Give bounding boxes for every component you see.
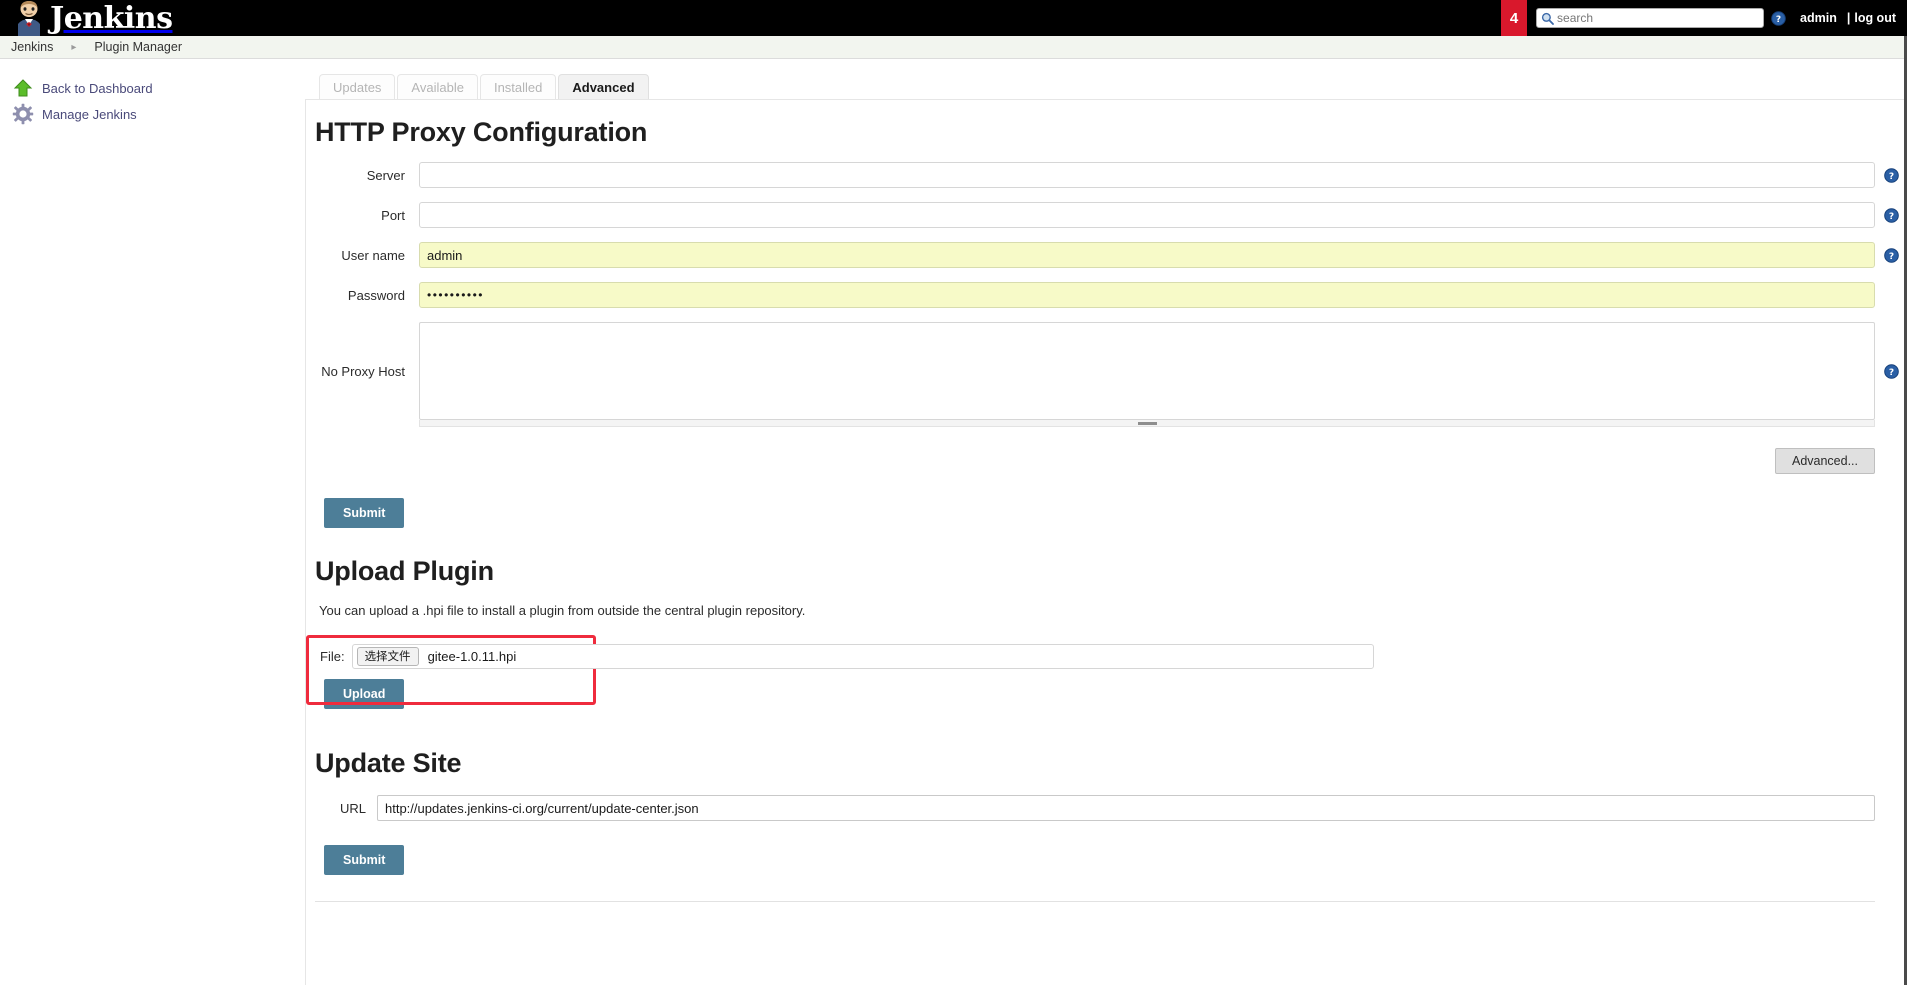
gear-icon — [12, 103, 34, 125]
svg-text:?: ? — [1888, 368, 1893, 378]
proxy-password-row: Password — [306, 282, 1907, 308]
proxy-port-label: Port — [381, 207, 405, 223]
advanced-panel: HTTP Proxy Configuration Server ? Port ?… — [305, 99, 1907, 985]
svg-text:?: ? — [1888, 172, 1893, 182]
proxy-port-row: Port ? — [306, 202, 1907, 228]
sidebar-item-label: Manage Jenkins — [42, 106, 137, 122]
bottom-divider — [315, 901, 1875, 902]
file-input-control[interactable]: 选择文件 gitee-1.0.11.hpi — [351, 644, 1374, 669]
file-chooser-row: File: 选择文件 gitee-1.0.11.hpi — [306, 644, 1907, 669]
svg-text:?: ? — [1888, 212, 1893, 222]
jenkins-butler-logo-icon — [12, 0, 46, 36]
chevron-right-icon: ▸ — [71, 41, 77, 53]
help-circle-icon: ? — [1883, 167, 1899, 183]
header-right-controls: 4 ? admin |log out — [1501, 0, 1907, 36]
update-site-submit-button[interactable]: Submit — [324, 845, 405, 875]
proxy-username-row: User name ? — [306, 242, 1907, 268]
sidebar-item-back-to-dashboard[interactable]: Back to Dashboard — [0, 75, 305, 101]
update-site-title: Update Site — [315, 748, 462, 778]
proxy-submit-button[interactable]: Submit — [324, 498, 405, 528]
proxy-password-label: Password — [347, 287, 405, 303]
breadcrumb: Jenkins ▸ Plugin Manager — [0, 36, 1907, 59]
advanced-options-button[interactable]: Advanced... — [1774, 448, 1875, 474]
jenkins-home-link[interactable]: Jenkins — [0, 0, 173, 36]
search-icon — [1541, 12, 1554, 25]
help-circle-icon: ? — [1883, 207, 1899, 223]
textarea-resize-handle[interactable] — [419, 420, 1875, 427]
update-site-url-input[interactable] — [377, 795, 1875, 821]
sidebar-item-manage-jenkins[interactable]: Manage Jenkins — [0, 101, 305, 127]
proxy-port-input[interactable] — [419, 202, 1875, 228]
upload-button[interactable]: Upload — [324, 679, 405, 709]
main-content: Updates Available Installed Advanced HTT… — [305, 59, 1907, 985]
proxy-server-label: Server — [366, 167, 405, 183]
upload-plugin-block: File: 选择文件 gitee-1.0.11.hpi Upload — [306, 635, 1907, 720]
update-site-submit-row: Submit — [306, 845, 1907, 875]
file-label: File: — [320, 649, 345, 664]
logout-area[interactable]: | log out — [1847, 11, 1896, 25]
green-up-arrow-icon — [12, 77, 34, 99]
proxy-username-input[interactable] — [419, 242, 1875, 268]
upload-button-row: Upload — [306, 679, 1907, 709]
tab-updates[interactable]: Updates — [319, 74, 396, 99]
proxy-username-label: User name — [341, 247, 405, 263]
search-box[interactable] — [1536, 8, 1765, 28]
no-proxy-host-label: No Proxy Host — [321, 363, 405, 379]
breadcrumb-current[interactable]: Plugin Manager — [94, 40, 182, 54]
update-site-url-label: URL — [339, 800, 366, 816]
search-input[interactable] — [1554, 10, 1755, 26]
sidebar: Back to Dashboard Manage Jenkins — [0, 59, 305, 127]
no-proxy-host-row: No Proxy Host ? — [306, 322, 1907, 420]
svg-text:?: ? — [1776, 15, 1781, 25]
plugin-manager-tabs: Updates Available Installed Advanced — [305, 70, 1907, 99]
no-proxy-host-textarea[interactable] — [419, 322, 1875, 420]
selected-file-name: gitee-1.0.11.hpi — [427, 649, 517, 664]
top-header-bar: Jenkins 4 ? admin |log out — [0, 0, 1907, 36]
proxy-port-help[interactable]: ? — [1875, 207, 1907, 223]
breadcrumb-root[interactable]: Jenkins — [11, 40, 53, 54]
sidebar-item-label: Back to Dashboard — [42, 80, 153, 96]
notification-badge[interactable]: 4 — [1501, 0, 1528, 36]
http-proxy-configuration-title: HTTP Proxy Configuration — [315, 117, 648, 147]
update-site-url-row: URL — [306, 795, 1907, 821]
tab-available[interactable]: Available — [397, 74, 478, 99]
upload-plugin-title: Upload Plugin — [315, 556, 494, 586]
svg-text:?: ? — [1888, 252, 1893, 262]
tab-installed[interactable]: Installed — [479, 74, 557, 99]
proxy-password-input[interactable] — [419, 282, 1875, 308]
header-help-icon[interactable]: ? — [1771, 10, 1786, 26]
help-circle-icon: ? — [1883, 247, 1899, 263]
resize-grip-bar — [1137, 421, 1157, 425]
proxy-username-help[interactable]: ? — [1875, 247, 1907, 263]
logout-link[interactable]: log out — [1854, 11, 1896, 25]
advanced-button-row: Advanced... — [306, 448, 1907, 474]
proxy-server-help[interactable]: ? — [1875, 167, 1907, 183]
choose-file-button[interactable]: 选择文件 — [356, 647, 419, 666]
help-circle-icon: ? — [1883, 363, 1899, 379]
proxy-submit-row: Submit — [306, 498, 1907, 528]
no-proxy-host-help[interactable]: ? — [1875, 363, 1907, 379]
current-user-link[interactable]: admin — [1800, 11, 1837, 25]
upload-plugin-description: You can upload a .hpi file to install a … — [319, 603, 806, 618]
page-body: Back to Dashboard Manage Jenkins Updates… — [0, 59, 1907, 985]
brand-title: Jenkins — [50, 1, 173, 36]
proxy-server-row: Server ? — [306, 162, 1907, 188]
proxy-server-input[interactable] — [419, 162, 1875, 188]
tab-advanced[interactable]: Advanced — [558, 74, 649, 99]
